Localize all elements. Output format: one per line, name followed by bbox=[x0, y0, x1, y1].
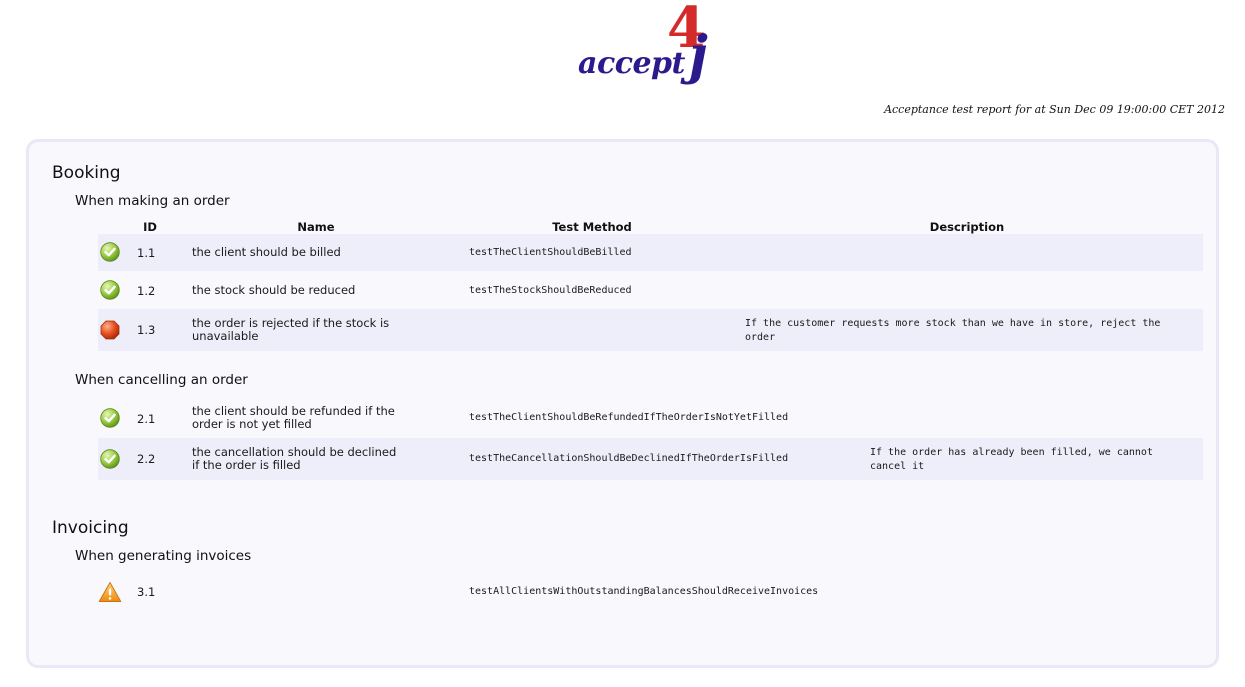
test-row: 1.3 the order is rejected if the stock i… bbox=[98, 309, 1203, 351]
test-description: If the order has already been filled, we… bbox=[870, 447, 1153, 472]
check-icon bbox=[100, 280, 120, 300]
test-id: 1.1 bbox=[137, 246, 156, 260]
test-id: 1.2 bbox=[137, 284, 156, 298]
column-header-method: Test Method bbox=[552, 220, 632, 234]
test-row: 1.2 the stock should be reduced testTheS… bbox=[98, 271, 1203, 309]
check-icon bbox=[100, 242, 120, 262]
test-row: 2.2 the cancellation should be declined … bbox=[98, 438, 1203, 480]
group-title-making-order: When making an order bbox=[75, 193, 230, 209]
section-title-invoicing: Invoicing bbox=[52, 518, 129, 538]
group-title-cancelling-order: When cancelling an order bbox=[75, 372, 248, 388]
test-method: testAllClientsWithOutstandingBalancesSho… bbox=[469, 586, 819, 597]
stop-icon bbox=[100, 320, 120, 340]
test-method: testTheClientShouldBeRefundedIfTheOrderI… bbox=[469, 412, 789, 423]
warning-icon bbox=[98, 582, 122, 602]
test-method: testTheCancellationShouldBeDeclinedIfThe… bbox=[469, 453, 789, 464]
column-header-id: ID bbox=[143, 220, 157, 234]
test-name: the client should be billed bbox=[192, 245, 341, 259]
check-icon bbox=[100, 449, 120, 469]
test-id: 1.3 bbox=[137, 323, 156, 337]
report-timestamp: Acceptance test report for at Sun Dec 09… bbox=[884, 103, 1225, 116]
test-row: 3.1 testAllClientsWithOutstandingBalance… bbox=[98, 574, 1203, 612]
test-method: testTheClientShouldBeBilled bbox=[469, 247, 632, 258]
test-name: the cancellation should be declined if t… bbox=[192, 445, 397, 472]
test-id: 3.1 bbox=[137, 585, 156, 599]
column-header-description: Description bbox=[929, 220, 1005, 234]
test-id: 2.2 bbox=[137, 452, 156, 466]
test-name: the stock should be reduced bbox=[192, 283, 356, 297]
check-icon bbox=[100, 408, 120, 428]
group-title-generating-invoices: When generating invoices bbox=[75, 548, 252, 564]
column-header-name: Name bbox=[297, 220, 335, 234]
test-description: If the customer requests more stock than… bbox=[745, 318, 1161, 343]
accept4j-logo: accept 4 j bbox=[578, 0, 728, 103]
test-name: the client should be refunded if the ord… bbox=[192, 404, 395, 431]
test-row: 2.1 the client should be refunded if the… bbox=[98, 398, 1203, 438]
test-row: 1.1 the client should be billed testTheC… bbox=[98, 234, 1203, 271]
section-title-booking: Booking bbox=[52, 163, 121, 183]
report-panel: Booking When making an order ID Name Tes… bbox=[26, 139, 1219, 668]
test-id: 2.1 bbox=[137, 412, 156, 426]
logo-j: j bbox=[689, 25, 708, 86]
test-name: the order is rejected if the stock is un… bbox=[192, 316, 390, 343]
test-method: testTheStockShouldBeReduced bbox=[469, 285, 632, 296]
